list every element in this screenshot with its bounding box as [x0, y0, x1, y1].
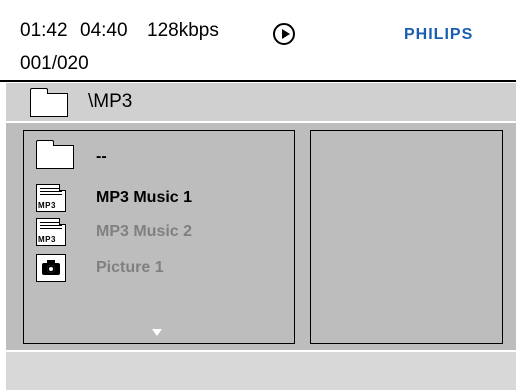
bitrate: 128kbps [147, 20, 219, 41]
mp3-file-icon: MP3 [36, 218, 66, 246]
total-time: 04:40 [80, 20, 128, 41]
brand-logo: PHILIPS [404, 26, 474, 43]
play-circle-icon [273, 23, 295, 45]
list-item-mp3-music-2[interactable]: MP3 Music 2 [96, 223, 192, 241]
mp3-file-icon: MP3 [36, 184, 66, 212]
path-bar [6, 83, 516, 121]
list-item-mp3-music-1[interactable]: MP3 Music 1 [96, 189, 192, 207]
bottom-info-bar [6, 352, 516, 390]
current-path: \MP3 [88, 91, 133, 112]
folder-icon [29, 88, 68, 117]
preview-panel [310, 130, 503, 344]
list-item-parent-folder[interactable]: -- [96, 148, 107, 166]
picture-file-icon [36, 254, 66, 282]
list-item-picture-1[interactable]: Picture 1 [96, 259, 164, 277]
header-divider [0, 80, 516, 82]
scroll-down-arrow-icon[interactable] [152, 329, 162, 336]
status-bar: 01:42 04:40 128kbps PHILIPS 001/020 [0, 0, 516, 80]
mp3-browser-screen: 01:42 04:40 128kbps PHILIPS 001/020 \MP3… [0, 0, 516, 390]
folder-icon [35, 140, 74, 169]
track-counter: 001/020 [20, 53, 89, 74]
elapsed-time: 01:42 [20, 20, 68, 41]
